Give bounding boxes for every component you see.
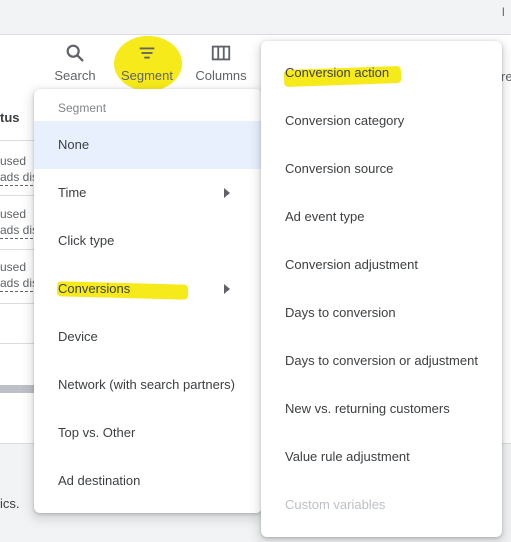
menu-item-label: Days to conversion bbox=[285, 305, 396, 320]
status-text: used bbox=[0, 154, 27, 168]
conversions-option-custom-variables: Custom variables bbox=[261, 481, 502, 529]
menu-item-label: Device bbox=[58, 329, 98, 344]
status-subtext[interactable]: ads dis bbox=[0, 169, 39, 186]
status-column-header[interactable]: tus bbox=[0, 110, 20, 125]
segment-menu-header: Segment bbox=[58, 101, 107, 115]
menu-item-label: Ad destination bbox=[58, 473, 141, 488]
menu-item-label: None bbox=[58, 137, 90, 152]
segment-option-click-type[interactable]: Click type bbox=[34, 217, 262, 265]
segment-option-top-vs-other[interactable]: Top vs. Other bbox=[34, 409, 262, 457]
columns-label: Columns bbox=[195, 68, 247, 83]
segment-label: Segment bbox=[120, 68, 174, 83]
menu-item-label: Conversion category bbox=[285, 113, 405, 128]
top-bar: l bbox=[0, 0, 511, 35]
search-label: Search bbox=[54, 68, 96, 83]
footer-text: ics. bbox=[0, 496, 20, 511]
conversions-option-days-to-conversion[interactable]: Days to conversion bbox=[261, 289, 502, 337]
menu-item-label: Time bbox=[58, 185, 87, 200]
conversions-option-conversion-action[interactable]: Conversion action bbox=[261, 49, 502, 97]
segment-icon bbox=[139, 47, 155, 59]
menu-item-label: Conversion source bbox=[285, 161, 394, 176]
segment-option-device[interactable]: Device bbox=[34, 313, 262, 361]
table-row: used ads dis bbox=[0, 153, 39, 186]
status-text: used bbox=[0, 207, 27, 221]
status-subtext[interactable]: ads dis bbox=[0, 222, 39, 239]
table-row: used ads dis bbox=[0, 206, 39, 239]
top-bar-corner-text: l bbox=[502, 5, 505, 19]
status-subtext[interactable]: ads dis bbox=[0, 275, 39, 292]
search-button[interactable]: Search bbox=[40, 42, 110, 83]
status-text: used bbox=[0, 260, 27, 274]
menu-item-label: Conversion action bbox=[285, 65, 390, 80]
menu-item-label: Top vs. Other bbox=[58, 425, 136, 440]
horizontal-scrollbar[interactable] bbox=[0, 385, 36, 393]
menu-item-label: New vs. returning customers bbox=[285, 401, 450, 416]
columns-button[interactable]: Columns bbox=[186, 42, 256, 83]
conversions-option-conversion-source[interactable]: Conversion source bbox=[261, 145, 502, 193]
menu-item-label: Network (with search partners) bbox=[58, 377, 235, 392]
segment-option-network[interactable]: Network (with search partners) bbox=[34, 361, 262, 409]
menu-item-label: Conversions bbox=[58, 281, 131, 296]
chevron-right-icon bbox=[224, 284, 230, 294]
menu-item-label: Click type bbox=[58, 233, 115, 248]
conversions-option-value-rule-adjustment[interactable]: Value rule adjustment bbox=[261, 433, 502, 481]
segment-menu: Segment None Time Click type Conversions… bbox=[34, 89, 262, 513]
menu-item-label: Ad event type bbox=[285, 209, 365, 224]
menu-item-label: Custom variables bbox=[285, 497, 386, 512]
search-icon bbox=[66, 44, 84, 62]
segment-option-ad-destination[interactable]: Ad destination bbox=[34, 457, 262, 505]
segment-option-none[interactable]: None bbox=[34, 121, 262, 169]
menu-item-label: Conversion adjustment bbox=[285, 257, 418, 272]
chevron-right-icon bbox=[224, 188, 230, 198]
conversions-option-conversion-adjustment[interactable]: Conversion adjustment bbox=[261, 241, 502, 289]
more-tool-label[interactable]: re bbox=[501, 69, 511, 84]
segment-button[interactable]: Segment bbox=[112, 42, 182, 83]
menu-item-label: Value rule adjustment bbox=[285, 449, 410, 464]
segment-option-time[interactable]: Time bbox=[34, 169, 262, 217]
conversions-submenu: Conversion action Conversion category Co… bbox=[261, 41, 502, 537]
columns-icon bbox=[211, 45, 231, 61]
conversions-option-new-vs-returning[interactable]: New vs. returning customers bbox=[261, 385, 502, 433]
conversions-option-conversion-category[interactable]: Conversion category bbox=[261, 97, 502, 145]
menu-item-label: Days to conversion or adjustment bbox=[285, 353, 478, 368]
conversions-option-days-to-conversion-or-adjustment[interactable]: Days to conversion or adjustment bbox=[261, 337, 502, 385]
conversions-option-ad-event-type[interactable]: Ad event type bbox=[261, 193, 502, 241]
table-row: used ads dis bbox=[0, 259, 39, 292]
